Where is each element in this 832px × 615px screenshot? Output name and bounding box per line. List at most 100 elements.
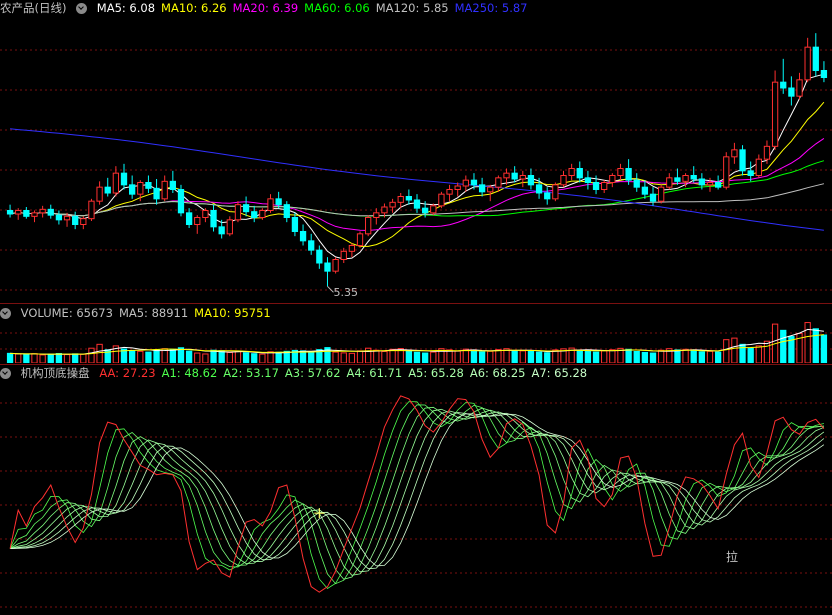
volume-bar	[755, 345, 762, 363]
indicator-a4-line	[9, 408, 825, 576]
candle	[169, 170, 176, 193]
candle	[641, 180, 649, 199]
volume-bar	[519, 350, 526, 363]
candle	[731, 142, 738, 164]
volume-bar	[763, 340, 771, 363]
candle	[511, 166, 518, 183]
volume-bar	[356, 350, 364, 363]
candle	[478, 177, 486, 197]
volume-bar	[592, 351, 600, 363]
volume-bar	[625, 348, 632, 363]
candle	[365, 215, 372, 237]
volume-bar	[234, 350, 242, 363]
volume-bar	[674, 349, 681, 363]
candle	[584, 170, 592, 190]
volume-bar	[535, 351, 543, 363]
volume-bar	[88, 347, 95, 363]
candle	[129, 175, 136, 199]
candle	[454, 182, 461, 197]
candle	[120, 163, 128, 190]
candle	[609, 173, 616, 188]
candle	[226, 216, 233, 237]
candle	[714, 175, 722, 190]
candle	[617, 163, 624, 181]
volume-bar	[218, 350, 225, 363]
volume-bar	[421, 352, 429, 363]
volume-bar	[63, 354, 71, 363]
volume-bar	[812, 328, 819, 363]
volume-bar	[487, 350, 494, 363]
candle	[446, 184, 453, 202]
volume-bar	[348, 352, 356, 363]
candle	[544, 187, 551, 205]
candle	[430, 203, 437, 216]
volume-bar	[649, 352, 657, 363]
volume-bar	[723, 339, 730, 363]
candle	[804, 37, 811, 83]
candle	[535, 177, 543, 199]
volume-bar	[389, 348, 396, 363]
volume-bar	[373, 349, 380, 363]
candle	[31, 210, 38, 223]
volume-bar	[332, 351, 339, 363]
indicator-chart	[0, 395, 832, 608]
volume-bar	[259, 353, 266, 363]
volume-bar	[584, 350, 592, 363]
candle	[771, 70, 779, 150]
candle	[283, 201, 290, 223]
volume-bar	[169, 348, 176, 363]
volume-bar	[609, 349, 616, 363]
volume-bar	[31, 353, 38, 363]
volume-bar	[780, 329, 787, 363]
volume-bar	[714, 351, 722, 363]
candle	[202, 208, 209, 223]
volume-bar	[804, 322, 811, 363]
candle	[812, 33, 819, 77]
candle	[633, 173, 640, 192]
candle	[316, 245, 323, 269]
candle	[438, 191, 445, 209]
candle	[348, 243, 356, 258]
candle	[560, 170, 567, 188]
price-chart	[0, 33, 832, 293]
candle	[267, 194, 274, 213]
candle	[405, 189, 413, 205]
indicator-a1-line	[9, 401, 824, 590]
volume-bar	[682, 348, 689, 363]
candle	[251, 205, 258, 223]
candle	[373, 208, 380, 225]
volume-bar	[267, 351, 274, 363]
candle	[739, 145, 746, 176]
volume-bar	[405, 349, 413, 363]
volume-bar	[747, 347, 754, 363]
candle	[649, 187, 657, 206]
volume-bar	[731, 337, 738, 363]
indicator-note: 拉	[726, 550, 739, 564]
candle	[356, 231, 364, 248]
candle	[747, 161, 754, 182]
separator-1	[0, 303, 832, 304]
volume-bar	[137, 350, 144, 363]
candle	[389, 198, 396, 213]
volume-bar	[706, 350, 714, 363]
volume-bar	[185, 350, 193, 363]
candle	[796, 72, 803, 100]
candle	[55, 210, 63, 225]
candle	[527, 168, 535, 190]
volume-bar	[72, 353, 79, 363]
volume-bar	[658, 349, 665, 363]
candle	[462, 175, 469, 192]
volume-bar	[641, 351, 649, 363]
volume-bar	[275, 351, 282, 363]
volume-bar	[145, 351, 152, 363]
candle	[194, 215, 201, 234]
volume-bar	[129, 350, 136, 363]
candle	[6, 204, 14, 218]
candle	[324, 257, 331, 287]
volume-bar	[153, 349, 160, 363]
candle	[234, 201, 242, 223]
volume-bar	[55, 353, 63, 363]
volume-bar	[413, 351, 421, 363]
volume-bar	[511, 350, 518, 363]
volume-bar	[576, 349, 583, 363]
